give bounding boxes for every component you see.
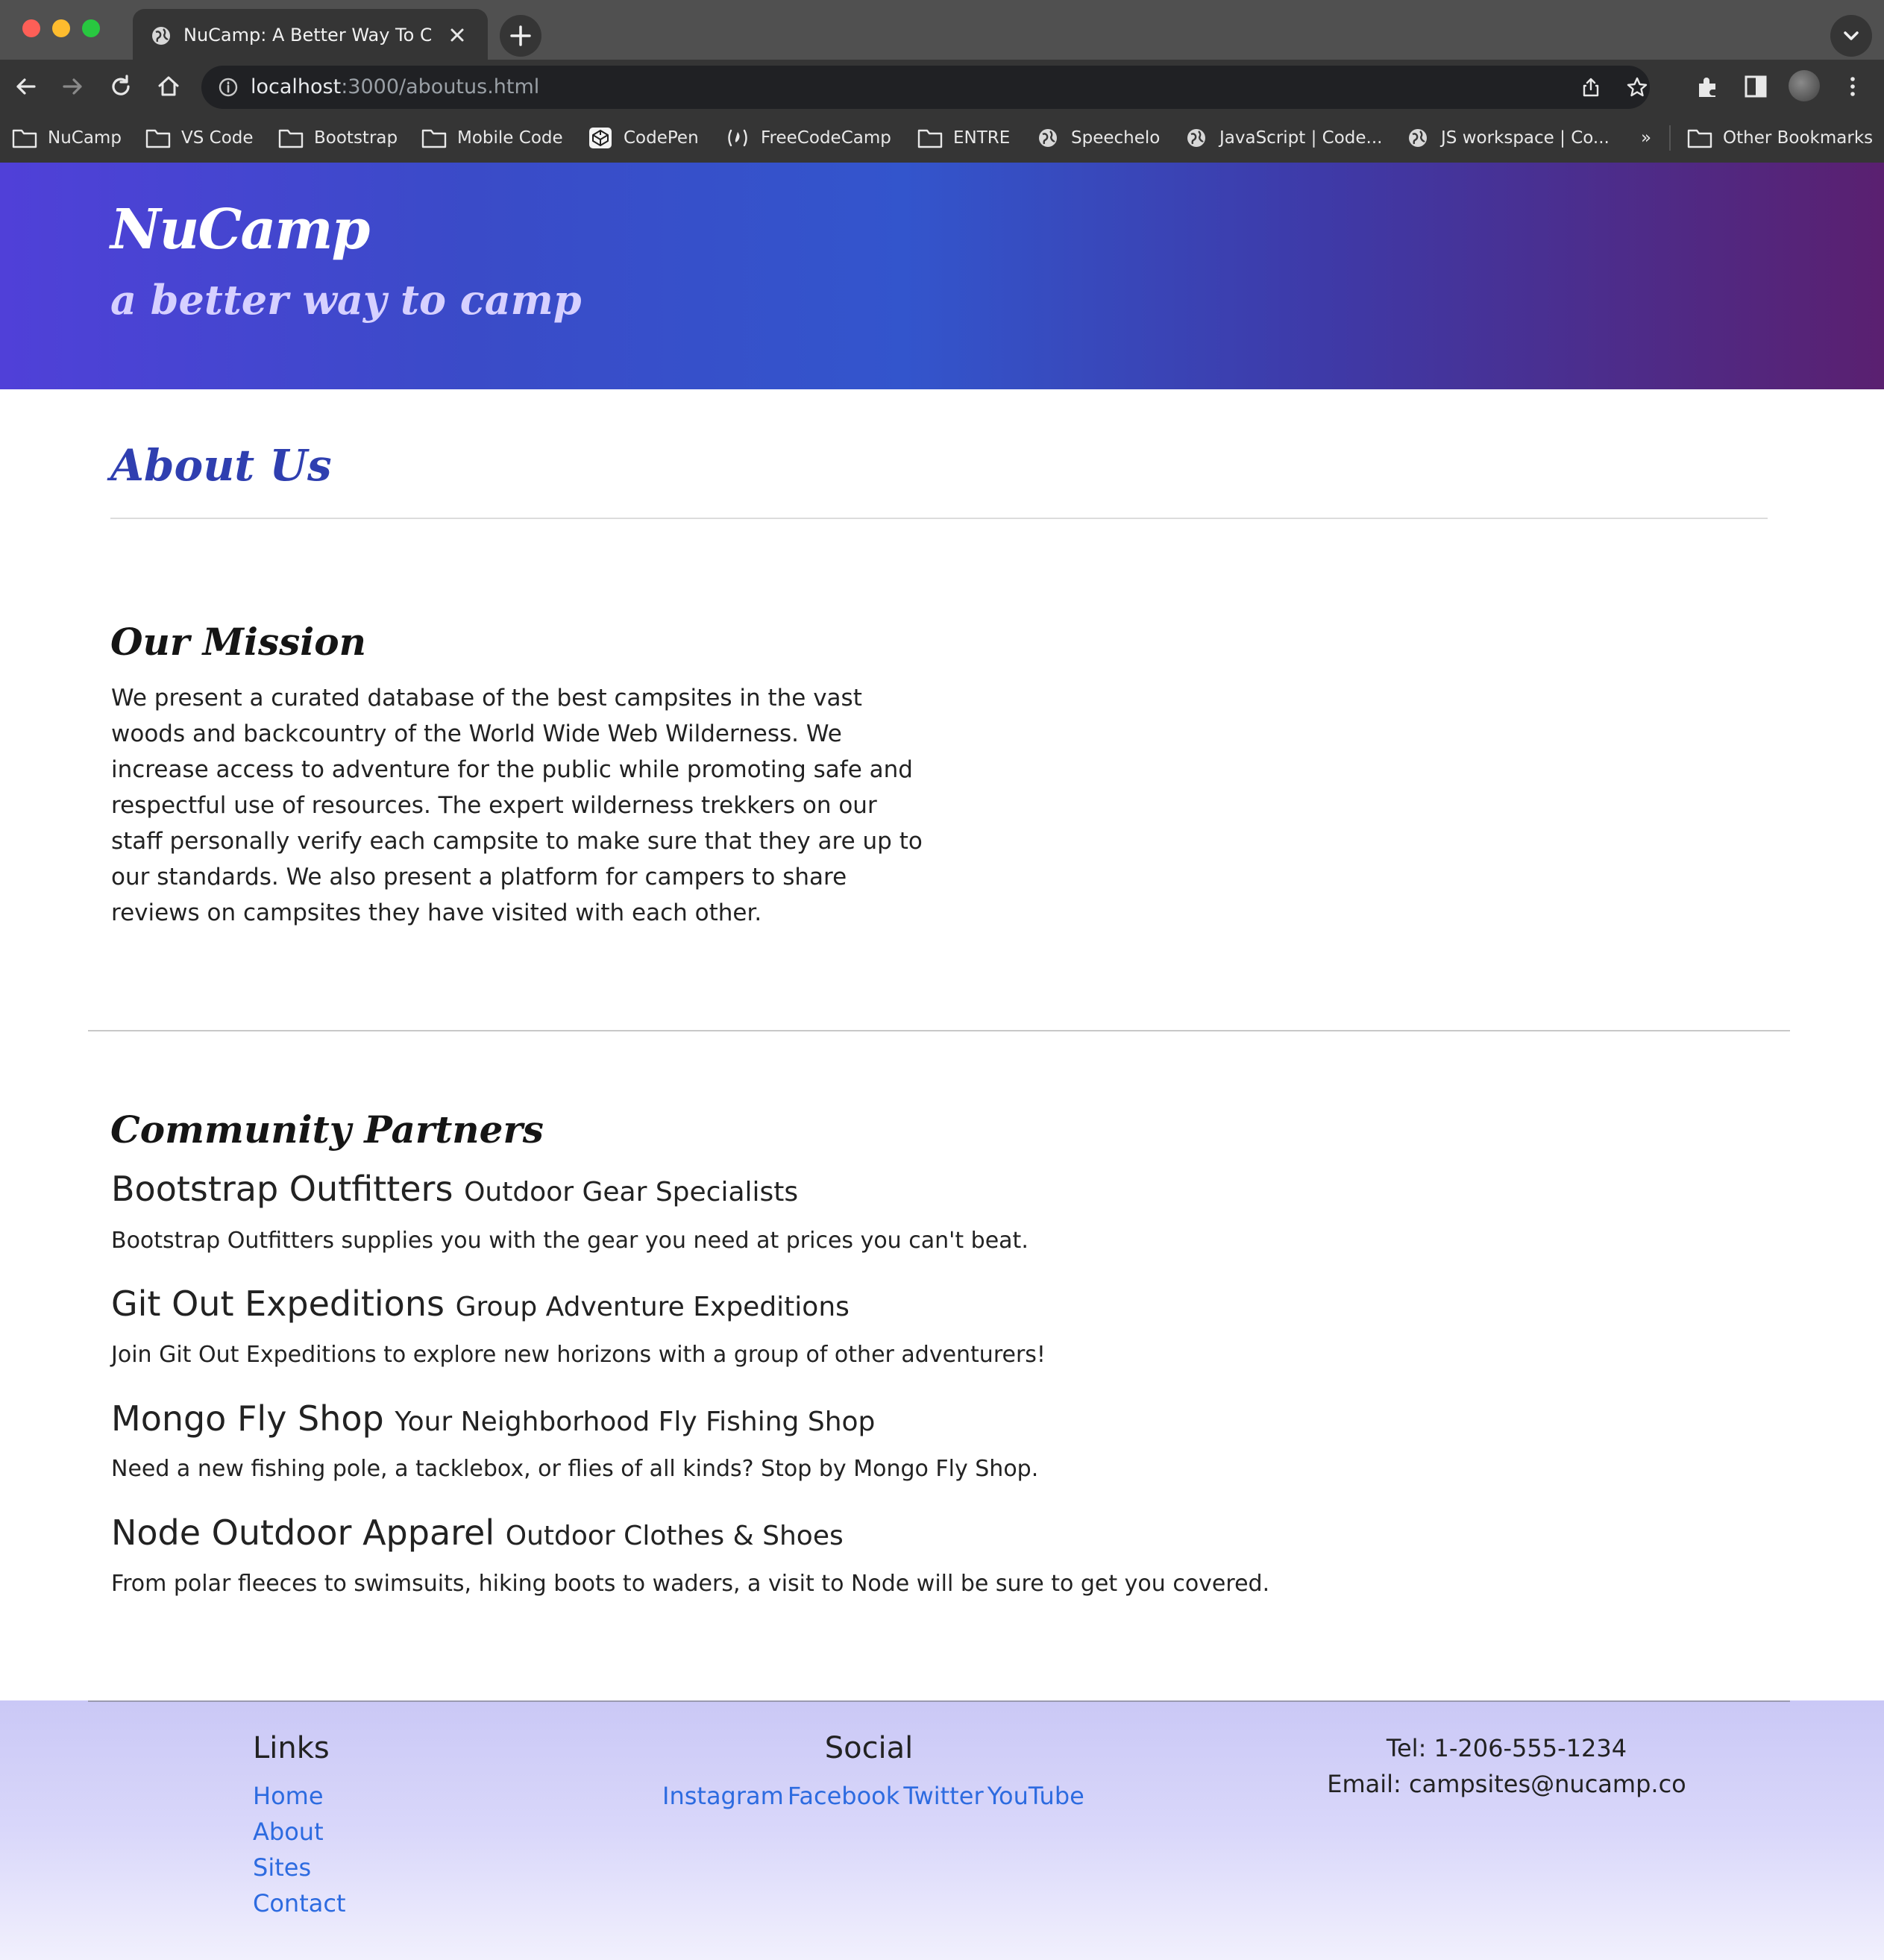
site-footer: Links Home About Sites Contact Social In… (0, 1700, 1884, 1960)
brand-title: NuCamp (110, 198, 370, 262)
partner-name: Node Outdoor Apparel (111, 1513, 495, 1553)
partners-heading: Community Partners (110, 1108, 544, 1152)
bookmarks-divider (1669, 125, 1671, 151)
social-link-twitter[interactable]: Twitter (903, 1782, 983, 1810)
footer-telephone: Tel: 1-206-555-1234 (1386, 1734, 1627, 1762)
bookmark-label: JS workspace | Co... (1441, 128, 1610, 148)
tab-title: NuCamp: A Better Way To Camp (183, 25, 431, 45)
close-tab-icon[interactable] (446, 24, 468, 46)
partner-title: Bootstrap Outfitters Outdoor Gear Specia… (111, 1165, 798, 1213)
folder-icon (12, 129, 37, 148)
kebab-menu-icon[interactable] (1839, 73, 1866, 100)
partner-tagline: Your Neighborhood Fly Fishing Shop (395, 1407, 876, 1437)
bookmark-label: NuCamp (48, 128, 122, 148)
forward-arrow-icon[interactable] (58, 72, 88, 101)
partner-description: Need a new fishing pole, a tacklebox, or… (111, 1456, 1039, 1482)
folder-icon (278, 129, 304, 148)
url-path: :3000/aboutus.html (341, 75, 540, 98)
bookmarks-overflow-button[interactable]: » (1641, 124, 1651, 152)
info-icon[interactable] (218, 77, 239, 98)
footer-social-heading: Social (824, 1731, 914, 1765)
home-icon[interactable] (154, 72, 183, 101)
partner-name: Git Out Expeditions (111, 1284, 445, 1324)
social-link-instagram[interactable]: Instagram (662, 1782, 784, 1810)
partner-tagline: Group Adventure Expeditions (455, 1292, 850, 1322)
partner-title: Node Outdoor Apparel Outdoor Clothes & S… (111, 1509, 844, 1557)
bookmark-label: FreeCodeCamp (761, 128, 891, 148)
folder-icon (1687, 129, 1712, 148)
partner-title: Mongo Fly Shop Your Neighborhood Fly Fis… (111, 1395, 875, 1442)
footer-link-sites[interactable]: Sites (253, 1850, 311, 1885)
extensions-puzzle-icon[interactable] (1695, 73, 1721, 100)
close-window-button[interactable] (22, 19, 40, 37)
browser-toolbar: localhost:3000/aboutus.html (0, 60, 1884, 113)
browser-tab-active[interactable]: NuCamp: A Better Way To Camp (133, 9, 488, 60)
address-bar[interactable]: localhost:3000/aboutus.html (201, 66, 1650, 109)
tab-search-button[interactable] (1830, 15, 1872, 57)
mission-heading: Our Mission (110, 620, 366, 664)
partner-tagline: Outdoor Gear Specialists (464, 1177, 799, 1207)
bookmarks-bar: NuCamp VS Code Bootstrap Mobile Code Cod… (0, 113, 1884, 163)
globe-icon (152, 27, 170, 45)
bookmark-label: CodePen (624, 128, 699, 148)
jumbotron-header: NuCamp a better way to camp (0, 163, 1884, 389)
bookmark-star-icon[interactable] (1626, 76, 1648, 98)
bookmark-label: JavaScript | Code... (1219, 128, 1383, 148)
mission-paragraph: We present a curated database of the bes… (111, 685, 923, 926)
partner-title: Git Out Expeditions Group Adventure Expe… (111, 1280, 850, 1328)
footer-link-about[interactable]: About (253, 1814, 324, 1850)
bookmark-label: Bootstrap (314, 128, 398, 148)
plus-icon (510, 25, 531, 46)
title-divider (110, 518, 1768, 519)
partner-description: Join Git Out Expeditions to explore new … (111, 1342, 1046, 1368)
partner-description: From polar fleeces to swimsuits, hiking … (111, 1571, 1270, 1597)
url-text[interactable]: localhost:3000/aboutus.html (251, 73, 539, 101)
footer-link-contact[interactable]: Contact (253, 1885, 346, 1921)
globe-icon (1409, 129, 1427, 147)
globe-icon (1039, 129, 1057, 147)
brand-tagline: a better way to camp (110, 276, 582, 324)
footer-email: Email: campsites@nucamp.co (1327, 1770, 1686, 1798)
partner-name: Mongo Fly Shop (111, 1398, 384, 1439)
footer-link-home[interactable]: Home (253, 1778, 324, 1814)
globe-icon (1187, 129, 1205, 147)
maximize-window-button[interactable] (82, 19, 100, 37)
codepen-icon (589, 128, 612, 148)
back-arrow-icon[interactable] (10, 72, 40, 101)
partner-tagline: Outdoor Clothes & Shoes (505, 1521, 844, 1551)
social-link-youtube[interactable]: YouTube (987, 1782, 1084, 1810)
partner-name: Bootstrap Outfitters (111, 1169, 453, 1209)
url-host: localhost (251, 75, 342, 98)
minimize-window-button[interactable] (52, 19, 70, 37)
footer-divider (88, 1700, 1790, 1702)
side-panel-icon[interactable] (1742, 73, 1769, 100)
profile-avatar[interactable] (1789, 70, 1820, 101)
footer-links-heading: Links (253, 1731, 330, 1765)
bookmark-label: Speechelo (1071, 128, 1161, 148)
share-icon[interactable] (1580, 76, 1602, 98)
new-tab-button[interactable] (500, 15, 541, 57)
social-link-facebook[interactable]: Facebook (788, 1782, 899, 1810)
chevron-down-icon (1844, 31, 1859, 40)
bookmark-label: VS Code (181, 128, 254, 148)
folder-icon (145, 129, 171, 148)
folder-icon (421, 129, 447, 148)
bookmark-label: Mobile Code (457, 128, 563, 148)
partner-description: Bootstrap Outfitters supplies you with t… (111, 1228, 1029, 1254)
browser-tab-bar: NuCamp: A Better Way To Camp (0, 0, 1884, 60)
folder-icon (917, 129, 943, 148)
freecodecamp-icon (728, 129, 747, 147)
page-title: About Us (110, 440, 332, 491)
bookmark-label: Other Bookmarks (1723, 128, 1874, 148)
section-divider (88, 1030, 1790, 1031)
footer-social-links: Instagram Facebook Twitter YouTube (662, 1778, 1084, 1814)
reload-icon[interactable] (106, 72, 136, 101)
bookmark-label: ENTRE (953, 128, 1011, 148)
